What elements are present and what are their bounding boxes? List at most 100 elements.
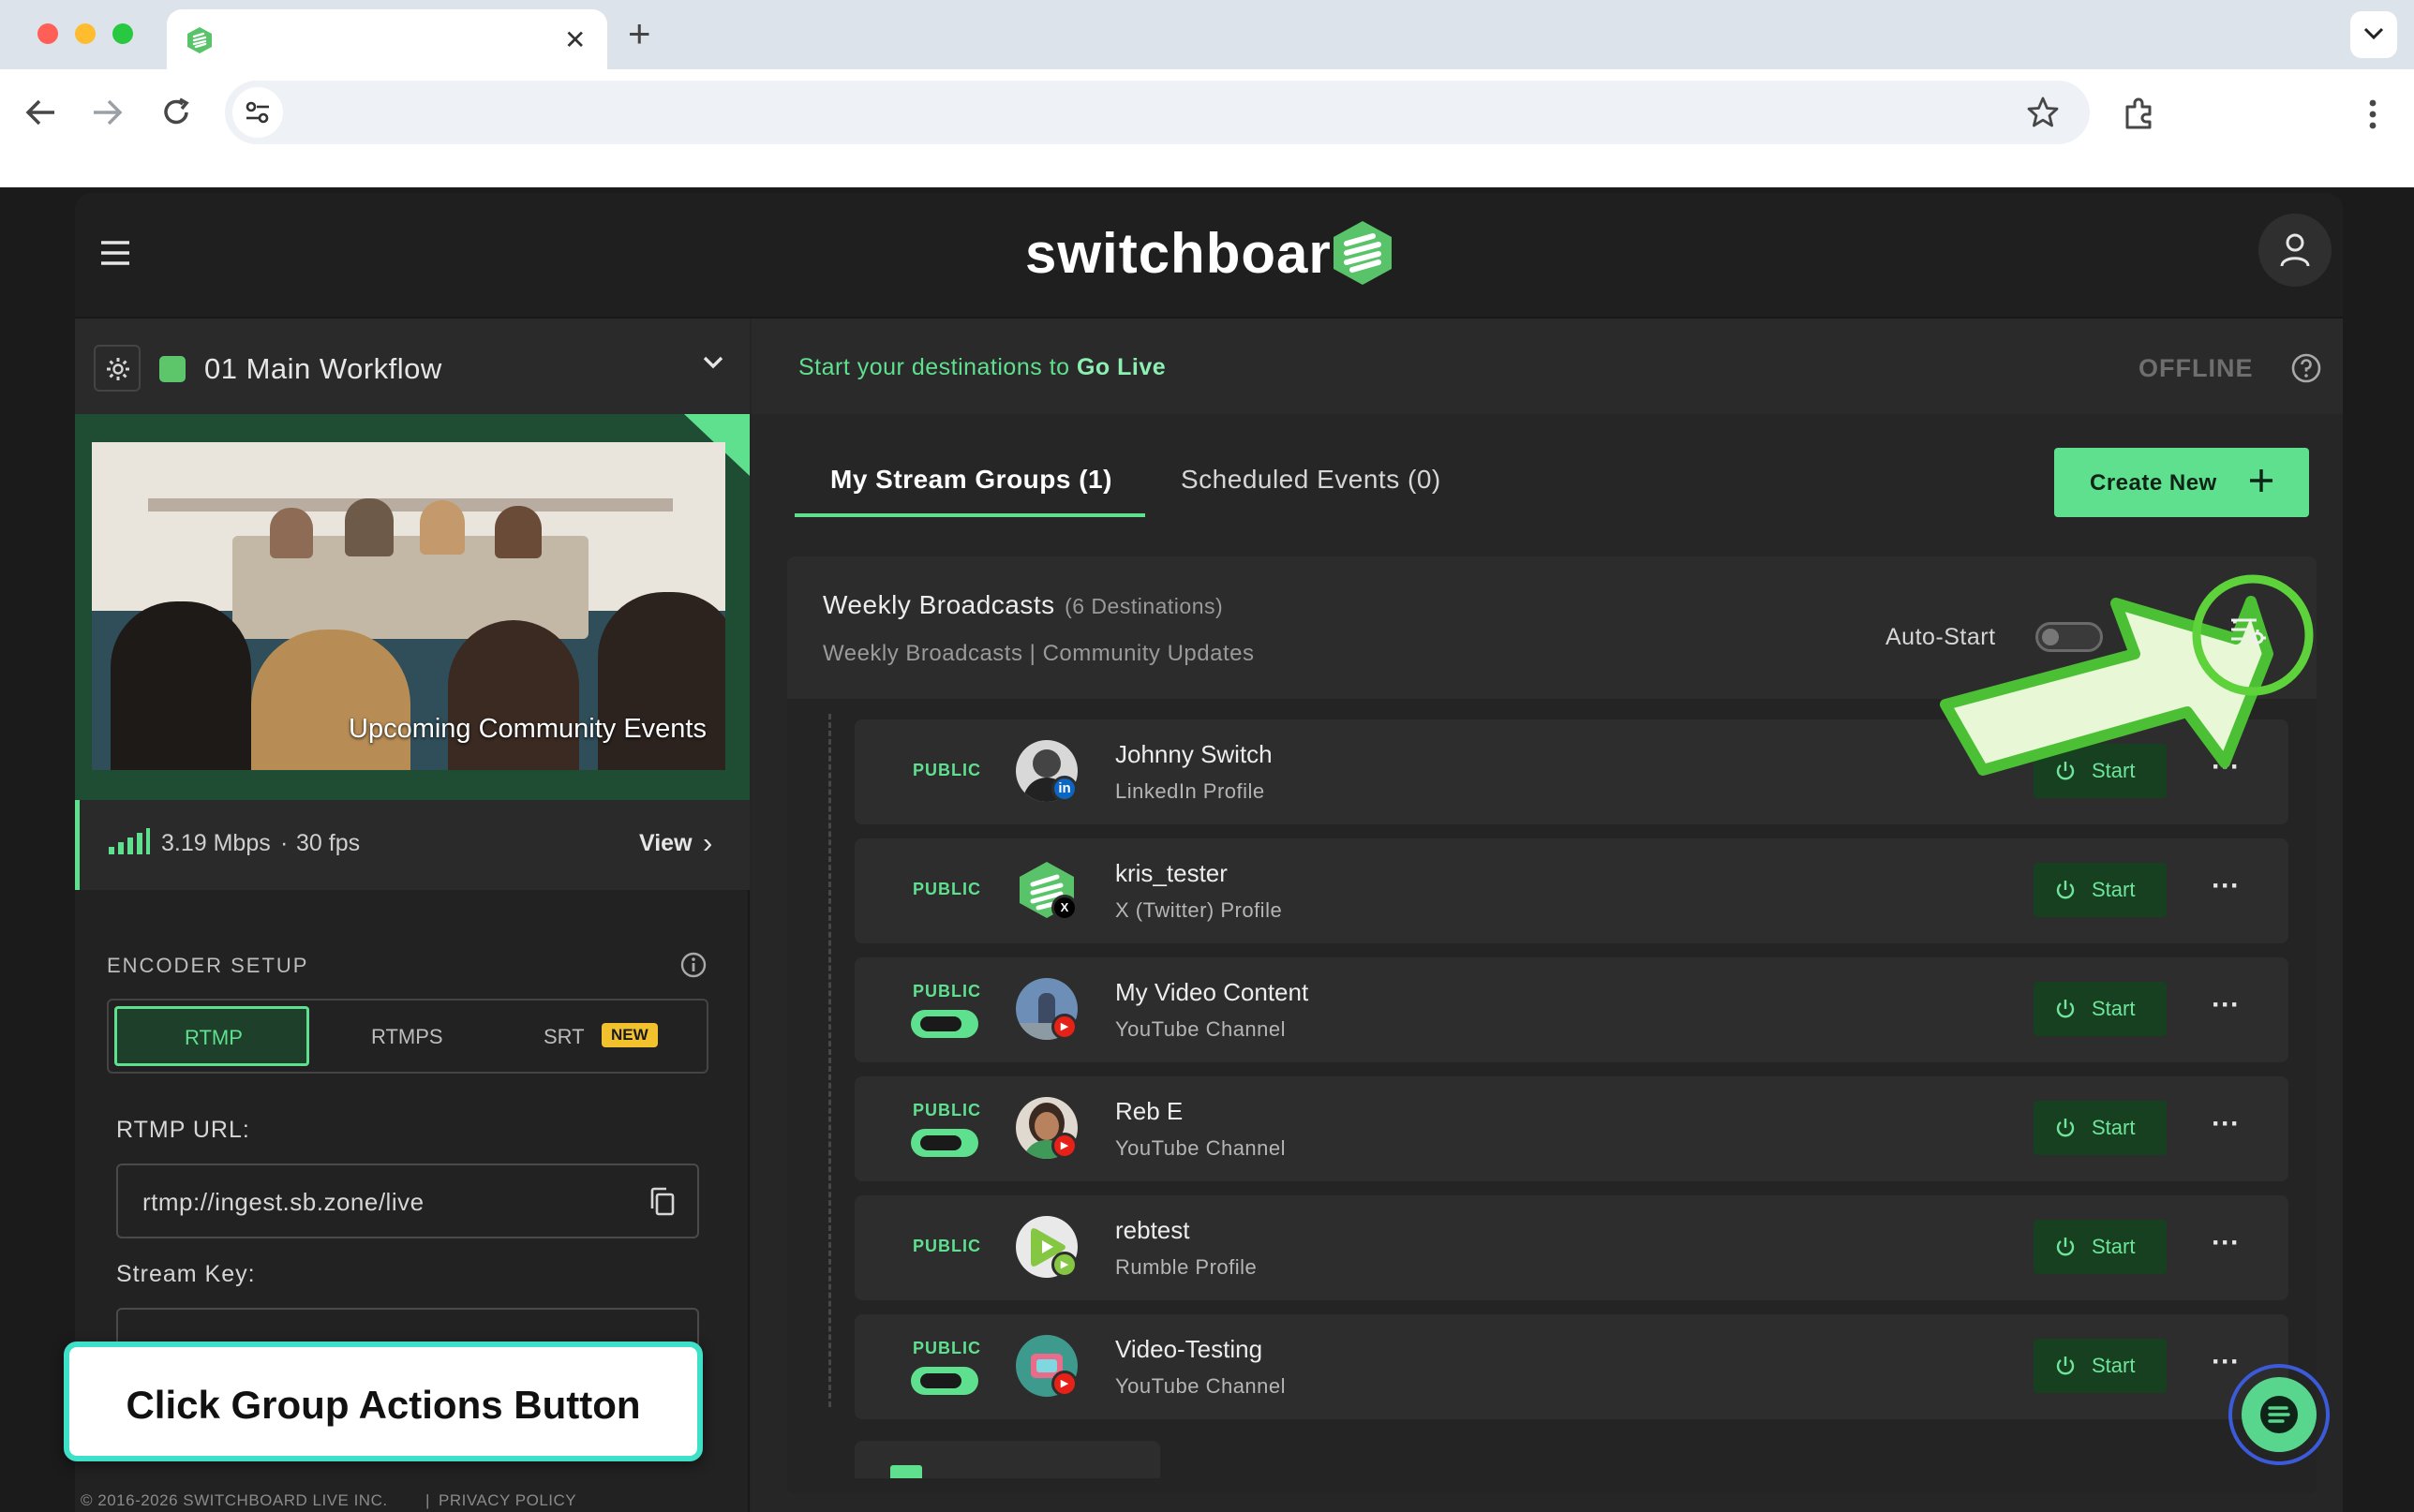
destination-type: Rumble Profile — [1115, 1255, 1258, 1279]
status-emphasis: Go Live — [1076, 354, 1167, 380]
close-tab-icon[interactable]: ✕ — [564, 24, 586, 55]
tab-scheduled-events[interactable]: Scheduled Events (0) — [1158, 455, 1477, 517]
more-icon[interactable]: ··· — [2202, 1227, 2249, 1259]
visibility-label: PUBLIC — [913, 761, 981, 779]
tutorial-callout-text: Click Group Actions Button — [126, 1383, 641, 1427]
power-icon — [2056, 1000, 2075, 1018]
protocol-tab-rtmp[interactable]: RTMP — [114, 1006, 309, 1066]
forward-icon[interactable] — [88, 96, 126, 129]
youtube-icon: ▶ — [1051, 1133, 1078, 1159]
footer-copyright: © 2016-2026 SWITCHBOARD LIVE INC. — [81, 1491, 388, 1509]
visibility-toggle[interactable] — [911, 1129, 978, 1157]
tab-label: Scheduled Events (0) — [1181, 465, 1441, 494]
rtmp-url-field[interactable]: rtmp://ingest.sb.zone/live — [116, 1164, 699, 1238]
start-button[interactable]: Start — [2034, 863, 2167, 917]
bitrate-text: 3.19 Mbps — [161, 830, 271, 856]
destination-type: YouTube Channel — [1115, 1017, 1287, 1041]
status-message: Start your destinations to Go Live — [798, 354, 1166, 381]
menu-icon[interactable] — [99, 240, 131, 266]
more-icon[interactable]: ··· — [2202, 989, 2249, 1021]
start-label: Start — [2092, 997, 2136, 1020]
destination-row[interactable]: PUBLIC ▶ Reb E YouTube Channel Start ··· — [855, 1076, 2288, 1181]
tab-search-button[interactable] — [2350, 11, 2397, 58]
rtmp-url-label: RTMP URL: — [116, 1117, 250, 1143]
visibility-label: PUBLIC — [913, 1339, 981, 1357]
chat-widget-button[interactable] — [2242, 1377, 2317, 1452]
info-icon[interactable] — [680, 952, 707, 978]
offline-status: OFFLINE — [2138, 354, 2254, 382]
linkedin-icon: in — [1051, 776, 1078, 802]
window-zoom-dot[interactable] — [112, 23, 133, 44]
visibility-label: PUBLIC — [913, 1237, 981, 1255]
address-bar[interactable] — [225, 81, 2090, 144]
reload-icon[interactable] — [157, 94, 195, 131]
group-subtitle: Weekly Broadcasts | Community Updates — [823, 641, 1254, 667]
workflow-name: 01 Main Workflow — [204, 352, 442, 385]
app-logo-text: switchboard — [1025, 222, 1367, 285]
workflow-status-color — [159, 356, 186, 382]
protocol-tab-srt[interactable]: SRT NEW — [525, 1006, 693, 1066]
copy-icon[interactable] — [648, 1186, 677, 1218]
group-actions-icon[interactable] — [2228, 615, 2268, 650]
protocol-tab-label: RTMPS — [371, 1025, 443, 1048]
start-label: Start — [2092, 1354, 2136, 1377]
more-icon[interactable]: ··· — [2202, 1108, 2249, 1140]
visibility-label: PUBLIC — [913, 880, 981, 898]
destination-row[interactable]: PUBLIC ▶ Video-Testing YouTube Channel S… — [855, 1314, 2288, 1419]
workflow-settings-button[interactable] — [94, 345, 141, 392]
create-new-label: Create New — [2090, 470, 2217, 496]
youtube-icon: ▶ — [1051, 1371, 1078, 1397]
start-button[interactable]: Start — [2034, 982, 2167, 1036]
destination-row[interactable]: PUBLIC ▶ rebtest Rumble Profile Start ··… — [855, 1195, 2288, 1300]
chat-icon — [2260, 1396, 2298, 1433]
more-icon[interactable]: ··· — [2202, 1346, 2249, 1378]
extensions-icon[interactable] — [2122, 96, 2157, 131]
tutorial-arrow — [1940, 574, 2314, 776]
chevron-down-icon — [2363, 27, 2384, 40]
preview-image: Upcoming Community Events — [92, 442, 725, 770]
encoder-section-title: ENCODER SETUP — [107, 954, 309, 977]
browser-tab[interactable]: ✕ — [167, 9, 607, 69]
destination-name: Johnny Switch — [1115, 740, 1273, 768]
youtube-icon: ▶ — [1051, 1014, 1078, 1040]
destination-row[interactable]: PUBLIC X kris_tester X (Twitter) Profile… — [855, 838, 2288, 943]
window-minimize-dot[interactable] — [75, 23, 96, 44]
window-close-dot[interactable] — [37, 23, 58, 44]
protocol-tab-label: SRT — [544, 1025, 585, 1048]
chevron-down-icon[interactable] — [701, 354, 725, 371]
visibility-label: PUBLIC — [913, 982, 981, 1001]
new-tab-icon[interactable]: + — [628, 11, 651, 56]
view-stream-link[interactable]: View › — [637, 826, 731, 862]
privacy-policy-link[interactable]: PRIVACY POLICY — [439, 1491, 576, 1510]
visibility-toggle[interactable] — [911, 1367, 978, 1395]
visibility-toggle[interactable] — [911, 1010, 978, 1038]
new-badge: NEW — [602, 1023, 658, 1047]
power-icon — [2056, 1238, 2075, 1256]
destination-row[interactable]: PUBLIC ▶ My Video Content YouTube Channe… — [855, 957, 2288, 1062]
start-button[interactable]: Start — [2034, 1220, 2167, 1274]
fps-text: 30 fps — [296, 830, 361, 856]
group-title: Weekly Broadcasts — [823, 590, 1055, 619]
protocol-tab-rtmps[interactable]: RTMPS — [328, 1006, 487, 1066]
help-icon[interactable] — [2290, 352, 2322, 384]
site-settings-icon — [246, 101, 269, 124]
tab-label: My Stream Groups (1) — [830, 465, 1112, 494]
x-twitter-icon: X — [1051, 895, 1078, 921]
create-new-button[interactable]: Create New — [2054, 448, 2309, 517]
add-destination-card[interactable] — [855, 1441, 1160, 1478]
start-button[interactable]: Start — [2034, 1101, 2167, 1155]
group-title-row: Weekly Broadcasts (6 Destinations) — [823, 590, 1223, 620]
tab-my-stream-groups[interactable]: My Stream Groups (1) — [795, 455, 1145, 517]
user-profile-button[interactable] — [2258, 214, 2332, 287]
site-settings-button[interactable] — [232, 87, 283, 138]
view-label: View — [639, 830, 693, 856]
start-button[interactable]: Start — [2034, 1339, 2167, 1393]
more-icon[interactable]: ··· — [2202, 870, 2249, 902]
group-subtitle-b: Community Updates — [1042, 641, 1255, 666]
back-icon[interactable] — [22, 96, 60, 129]
destination-name: My Video Content — [1115, 978, 1309, 1006]
switchboard-logo-icon — [1334, 221, 1392, 285]
destination-name: kris_tester — [1115, 859, 1228, 887]
bookmark-star-icon[interactable] — [2026, 96, 2060, 129]
kebab-menu-icon[interactable] — [2363, 97, 2382, 131]
